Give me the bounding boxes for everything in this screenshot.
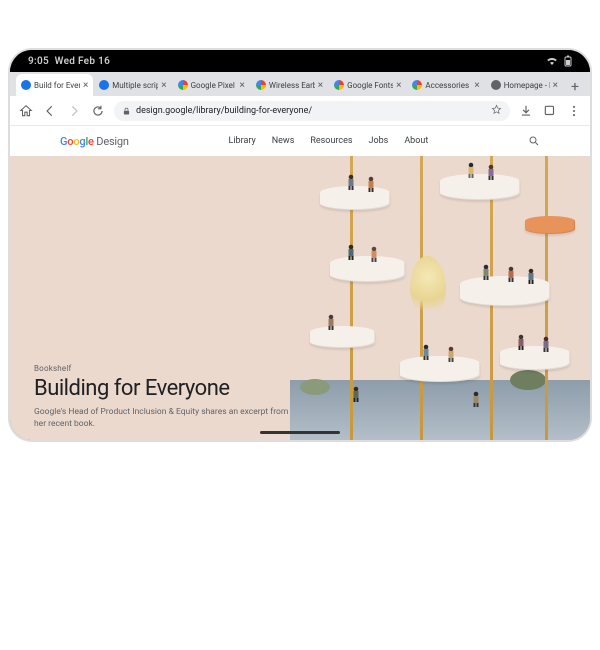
browser-chrome: Build for Everyo×Multiple scripts×Google…	[10, 72, 590, 126]
tab-label: Google Pixel Ho	[191, 81, 237, 90]
forward-icon[interactable]	[66, 103, 82, 119]
tab-label: Build for Everyo	[34, 81, 80, 90]
hero-kicker: Bookshelf	[34, 364, 294, 373]
browser-tab[interactable]: Accessories - G×	[407, 74, 484, 96]
status-time-date: 9:05 Wed Feb 16	[28, 56, 110, 67]
hero-title: Building for Everyone	[34, 377, 294, 401]
nav-link[interactable]: Library	[228, 136, 255, 146]
close-icon[interactable]: ×	[553, 80, 558, 91]
tab-favicon	[99, 80, 109, 90]
site-logo[interactable]: Google Design	[60, 135, 129, 148]
tab-label: Google Fonts D	[347, 81, 393, 90]
tabs-icon[interactable]	[542, 103, 558, 119]
nav-handle[interactable]	[260, 431, 340, 434]
lock-icon	[122, 107, 130, 115]
site-logo-word2: Design	[96, 135, 128, 148]
close-icon[interactable]: ×	[474, 80, 479, 91]
tab-favicon	[491, 80, 501, 90]
browser-tab[interactable]: Wireless Earbu×	[251, 74, 328, 96]
tab-favicon	[178, 80, 188, 90]
close-icon[interactable]: ×	[396, 80, 401, 91]
nav-link[interactable]: Jobs	[369, 136, 389, 146]
tab-favicon	[412, 80, 422, 90]
browser-tab[interactable]: Multiple scripts×	[94, 74, 171, 96]
new-tab-button[interactable]: +	[566, 78, 584, 96]
close-icon[interactable]: ×	[83, 80, 88, 91]
search-icon[interactable]	[528, 135, 540, 147]
hero-subtitle: Google's Head of Product Inclusion & Equ…	[34, 407, 294, 430]
hero-section: Bookshelf Building for Everyone Google's…	[10, 156, 590, 440]
tab-label: Wireless Earbu	[269, 81, 315, 90]
menu-icon[interactable]	[566, 103, 582, 119]
tab-label: Homepage - Mo	[504, 81, 550, 90]
browser-tab[interactable]: Google Fonts D×	[329, 74, 406, 96]
browser-toolbar: design.google/library/building-for-every…	[10, 96, 590, 126]
hero-text: Bookshelf Building for Everyone Google's…	[34, 364, 294, 430]
close-icon[interactable]: ×	[240, 80, 245, 91]
close-icon[interactable]: ×	[161, 80, 166, 91]
close-icon[interactable]: ×	[318, 80, 323, 91]
reload-icon[interactable]	[90, 103, 106, 119]
nav-link[interactable]: Resources	[310, 136, 352, 146]
download-icon[interactable]	[518, 103, 534, 119]
tab-label: Accessories - G	[425, 81, 471, 90]
site-nav: Library News Resources Jobs About	[228, 136, 428, 146]
back-icon[interactable]	[42, 103, 58, 119]
browser-tab[interactable]: Build for Everyo×	[16, 74, 93, 96]
status-time: 9:05	[28, 56, 49, 67]
site-header: Google Design Library News Resources Jobs Ab…	[10, 126, 590, 156]
wifi-icon	[546, 56, 558, 66]
page-viewport: Google Design Library News Resources Jobs Ab…	[10, 126, 590, 440]
tab-label: Multiple scripts	[112, 81, 158, 90]
status-date: Wed Feb 16	[55, 56, 110, 67]
battery-icon	[564, 55, 572, 67]
hero-illustration	[290, 156, 590, 440]
tab-favicon	[21, 80, 31, 90]
star-icon[interactable]	[491, 104, 502, 118]
status-bar: 9:05 Wed Feb 16	[10, 50, 590, 72]
nav-link[interactable]: About	[404, 136, 428, 146]
url-text: design.google/library/building-for-every…	[136, 106, 485, 116]
address-bar[interactable]: design.google/library/building-for-every…	[114, 101, 510, 121]
tab-favicon	[334, 80, 344, 90]
home-icon[interactable]	[18, 103, 34, 119]
tablet-frame: 9:05 Wed Feb 16 Build for Everyo×Multipl…	[10, 50, 590, 440]
tab-strip: Build for Everyo×Multiple scripts×Google…	[10, 72, 590, 96]
nav-link[interactable]: News	[272, 136, 295, 146]
browser-tab[interactable]: Homepage - Mo×	[486, 74, 563, 96]
tab-favicon	[256, 80, 266, 90]
browser-tab[interactable]: Google Pixel Ho×	[173, 74, 250, 96]
